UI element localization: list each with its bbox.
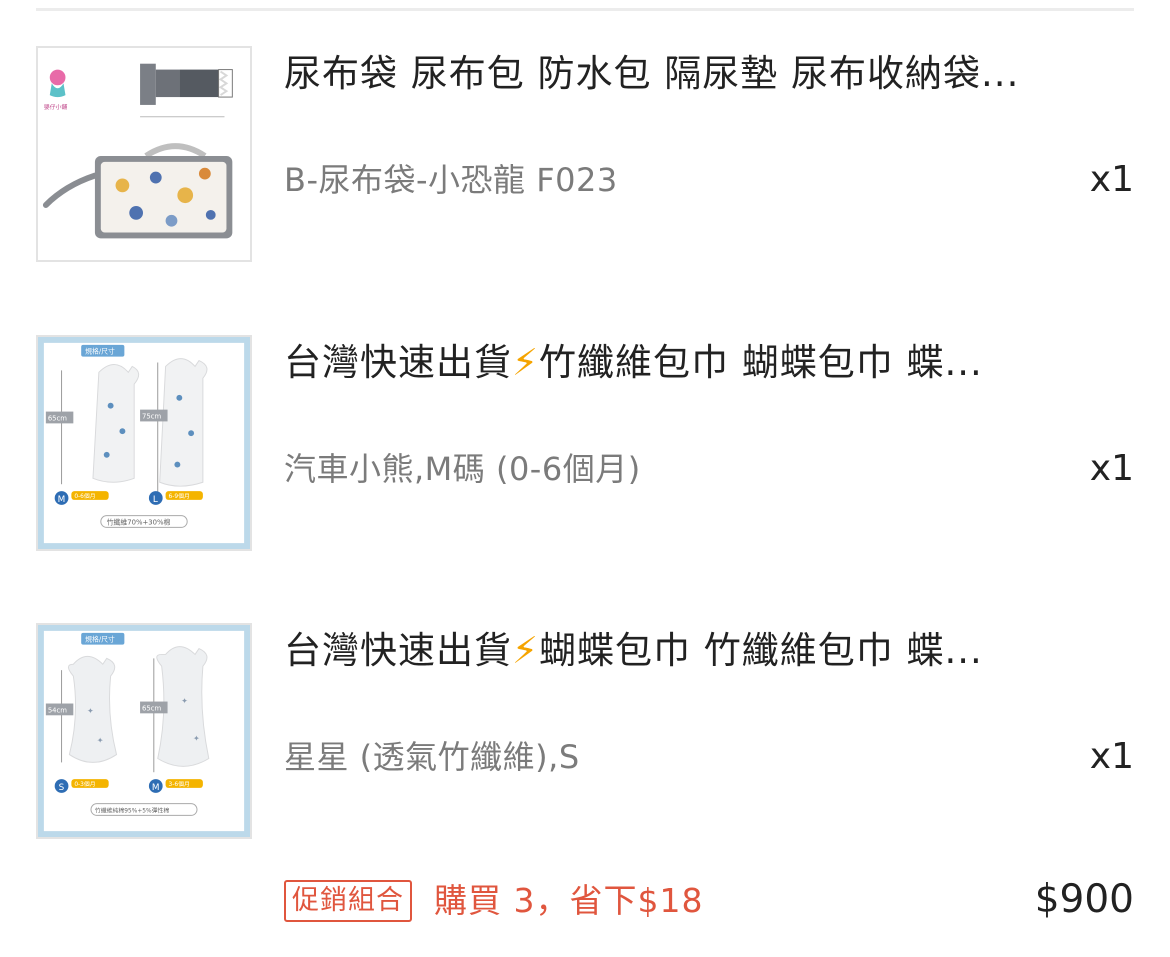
top-divider	[36, 8, 1134, 11]
product-thumbnail[interactable]: 規格/尺寸 65cm 75cm M 0-6個月 L 6-9個月 竹纖維70%+3…	[36, 335, 252, 551]
product-title[interactable]: 尿布袋 尿布包 防水包 隔尿墊 尿布收納袋...	[284, 52, 1104, 96]
diaper-bag-image: 嬰仔小舖	[38, 48, 250, 260]
material-label: 竹纖維純棉95%+5%彈性棉	[95, 806, 169, 814]
size-label-a: 54cm	[48, 706, 67, 714]
swaddle-size-chart-image: 規格/尺寸 ✦ ✦ ✦ ✦ 54cm 65cm S 0-3個月 M 3-6個月 竹纖…	[38, 625, 250, 837]
svg-text:✦: ✦	[181, 697, 188, 706]
product-thumbnail[interactable]: 規格/尺寸 ✦ ✦ ✦ ✦ 54cm 65cm S 0-3個月 M 3-6個月 竹纖…	[36, 623, 252, 839]
brand-logo-text: 嬰仔小舖	[44, 103, 68, 111]
age-badge-a: 0-6個月	[74, 492, 95, 500]
cart-item[interactable]: 嬰仔小舖 尿布袋 尿布包 防水包 隔尿墊 尿布收納袋... B-尿布袋-小恐龍 …	[36, 46, 1134, 262]
size-letter-b: M	[152, 783, 160, 793]
lightning-icon: ⚡	[512, 629, 539, 672]
product-thumbnail[interactable]: 嬰仔小舖	[36, 46, 252, 262]
thumb-tag: 規格/尺寸	[85, 635, 115, 644]
product-variant: 汽車小熊,M碼 (0-6個月)	[284, 450, 641, 488]
promo-badge[interactable]: 促銷組合	[284, 880, 412, 922]
product-title[interactable]: 台灣快速出貨⚡竹纖維包巾 蝴蝶包巾 蝶...	[284, 341, 1104, 385]
total-price: $900	[1034, 877, 1134, 922]
svg-text:✦: ✦	[87, 706, 94, 715]
age-badge-b: 6-9個月	[169, 492, 190, 500]
size-letter-b: L	[153, 495, 158, 505]
size-letter-a: S	[59, 783, 65, 793]
product-variant: 星星 (透氣竹纖維),S	[284, 738, 580, 776]
svg-text:✦: ✦	[193, 734, 200, 743]
product-title[interactable]: 台灣快速出貨⚡蝴蝶包巾 竹纖維包巾 蝶...	[284, 629, 1104, 673]
order-summary-row: 促銷組合 購買 3，省下$18 $900	[36, 878, 1134, 926]
size-label-b: 65cm	[142, 704, 161, 712]
quantity: x1	[1089, 448, 1134, 489]
cart-item[interactable]: 規格/尺寸 65cm 75cm M 0-6個月 L 6-9個月 竹纖維70%+3…	[36, 335, 1134, 551]
age-badge-b: 3-6個月	[169, 780, 190, 788]
lightning-icon: ⚡	[512, 341, 539, 384]
product-variant: B-尿布袋-小恐龍 F023	[284, 161, 618, 199]
age-badge-a: 0-3個月	[74, 780, 95, 788]
size-letter-a: M	[58, 495, 66, 505]
cart-item[interactable]: 規格/尺寸 ✦ ✦ ✦ ✦ 54cm 65cm S 0-3個月 M 3-6個月 竹纖…	[36, 623, 1134, 839]
promo-description: 購買 3，省下$18	[434, 881, 704, 920]
size-label-a: 65cm	[48, 414, 67, 422]
svg-text:✦: ✦	[97, 736, 104, 745]
material-label: 竹纖維70%+30%棉	[107, 517, 171, 526]
quantity: x1	[1089, 736, 1134, 777]
quantity: x1	[1089, 159, 1134, 200]
size-label-b: 75cm	[142, 412, 161, 420]
swaddle-size-chart-image: 規格/尺寸 65cm 75cm M 0-6個月 L 6-9個月 竹纖維70%+3…	[38, 337, 250, 549]
thumb-tag: 規格/尺寸	[85, 347, 115, 356]
